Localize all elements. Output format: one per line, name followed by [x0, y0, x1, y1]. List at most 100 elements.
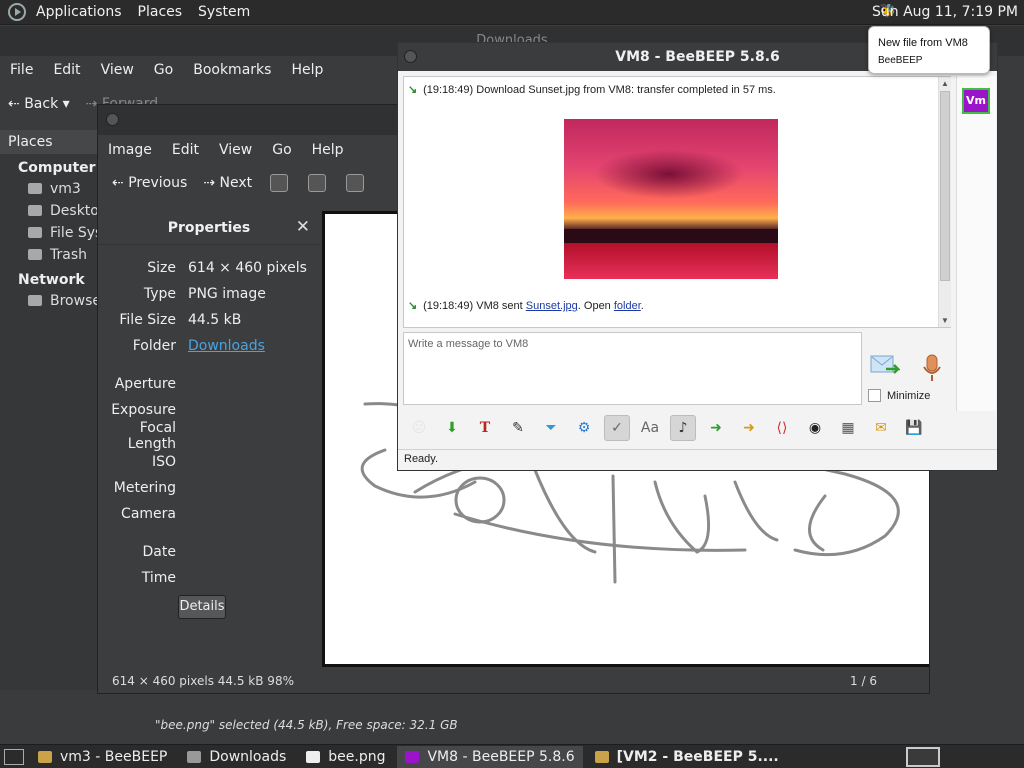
chat-scrollbar[interactable]: ▲ ▼	[938, 77, 951, 327]
prop-row-file-size: File Size 44.5 kB	[119, 312, 242, 328]
minimize-checkbox[interactable]	[868, 389, 881, 402]
window-close-dot-icon[interactable]	[404, 50, 417, 63]
menu-bookmarks[interactable]: Bookmarks	[183, 62, 281, 78]
menu-view[interactable]: View	[209, 142, 262, 158]
menu-edit[interactable]: Edit	[162, 142, 209, 158]
zoom-in-icon[interactable]	[270, 174, 289, 192]
previous-icon: ⇠	[112, 175, 129, 191]
rotate-icon[interactable]	[346, 174, 365, 192]
microphone-icon[interactable]	[920, 353, 944, 383]
menu-go[interactable]: Go	[144, 62, 183, 78]
task-downloads[interactable]: Downloads	[179, 746, 294, 768]
save-icon[interactable]: 💾	[901, 415, 927, 441]
sunset-image-preview[interactable]	[564, 119, 778, 279]
network-icon	[28, 295, 42, 306]
applications-logo-icon[interactable]	[8, 3, 26, 21]
menu-view[interactable]: View	[91, 62, 144, 78]
settings-icon[interactable]: ⚙	[571, 415, 597, 441]
menu-applications[interactable]: Applications	[28, 4, 130, 20]
code-icon[interactable]: ⟨⟩	[769, 415, 795, 441]
task-vm3-beebeep[interactable]: vm3 - BeeBEEP	[30, 746, 175, 768]
task-vm2-beebeep[interactable]: [VM2 - BeeBEEP 5....	[587, 746, 787, 768]
minimize-checkbox-row[interactable]: Minimize	[868, 389, 930, 402]
previous-button[interactable]: ⇠ Previous	[104, 175, 195, 191]
beebeep-task-icon	[594, 750, 609, 763]
chat-members-column: Vm	[956, 76, 996, 411]
places-header[interactable]: Places	[0, 130, 100, 154]
back-button[interactable]: ⇠ Back ▾	[0, 96, 78, 112]
image-info-status: 614 × 460 pixels 44.5 kB 98%	[112, 674, 294, 688]
scroll-down-icon[interactable]: ▼	[941, 316, 949, 325]
vm-task-icon	[405, 750, 420, 763]
new-file-notification[interactable]: New file from VM8 BeeBEEP	[868, 26, 990, 74]
image-index-status: 1 / 6	[850, 674, 877, 688]
menu-places[interactable]: Places	[130, 4, 191, 20]
close-icon[interactable]: ✕	[296, 217, 310, 237]
image-task-icon	[306, 750, 321, 763]
task-bee-png[interactable]: bee.png	[298, 746, 393, 768]
show-desktop-icon[interactable]	[4, 748, 24, 765]
beebeep-status: Ready.	[398, 449, 997, 469]
menu-help[interactable]: Help	[281, 62, 333, 78]
chat-history[interactable]: ↘ (19:18:49) Download Sunset.jpg from VM…	[403, 76, 951, 328]
sunset-file-link[interactable]: Sunset.jpg	[526, 300, 578, 312]
prop-row-metering: Metering	[113, 480, 176, 496]
prop-row-folder: Folder Downloads	[132, 338, 265, 354]
message-input[interactable]: Write a message to VM8	[403, 332, 862, 405]
word-complete-icon[interactable]: Aa	[637, 415, 663, 441]
chat-toolbar: 😐 ⬇ T ✎ ⏷ ⚙ ✓ Aa ♪ ➜ ➜ ⟨⟩ ◉ ▦ ✉ 💾	[406, 411, 934, 445]
menu-system[interactable]: System	[190, 4, 258, 20]
next-icon: ⇢	[203, 175, 220, 191]
notification-body: BeeBEEP	[878, 55, 923, 65]
save-chat-icon[interactable]: ⬇	[439, 415, 465, 441]
filter-icon[interactable]: ⏷	[538, 415, 564, 441]
window-close-dot-icon[interactable]	[106, 113, 119, 126]
land-silhouette	[564, 229, 778, 243]
task-vm8-beebeep[interactable]: VM8 - BeeBEEP 5.8.6	[397, 745, 583, 768]
home-folder-icon	[28, 183, 42, 194]
top-panel-menus: Applications Places System	[28, 0, 258, 24]
sidebar-item-trash[interactable]: Trash	[0, 244, 100, 266]
next-button[interactable]: ⇢ Next	[195, 175, 260, 191]
folder-link[interactable]: Downloads	[188, 338, 265, 354]
menu-help[interactable]: Help	[302, 142, 354, 158]
color-icon[interactable]: ✎	[505, 415, 531, 441]
sidebar-item-browse-network[interactable]: Browse Network	[0, 290, 100, 312]
zoom-out-icon[interactable]	[308, 174, 327, 192]
screenshot-icon[interactable]: ◉	[802, 415, 828, 441]
desktop-icon	[28, 205, 42, 216]
font-icon[interactable]: T	[472, 415, 498, 441]
emoticon-icon[interactable]: 😐	[406, 415, 432, 441]
sidebar-item-desktop[interactable]: Desktop	[0, 200, 100, 222]
spellcheck-icon[interactable]: ✓	[604, 415, 630, 441]
send-file-icon[interactable]: ➜	[703, 415, 729, 441]
send-message-icon[interactable]	[870, 353, 900, 379]
prop-row-aperture: Aperture	[114, 376, 176, 392]
details-button[interactable]: Details	[178, 595, 226, 619]
menu-file[interactable]: File	[0, 62, 43, 78]
places-sidebar: Places Computer vm3 Desktop File System …	[0, 130, 100, 690]
chat-line-download: ↘ (19:18:49) Download Sunset.jpg from VM…	[408, 84, 776, 96]
open-folder-link[interactable]: folder	[614, 300, 641, 312]
clock[interactable]: Sun Aug 11, 7:19 PM	[872, 4, 1018, 20]
menu-go[interactable]: Go	[262, 142, 301, 158]
prop-row-focal-length: Focal Length	[127, 420, 176, 452]
sidebar-item-file-system[interactable]: File System	[0, 222, 100, 244]
sound-icon[interactable]: ♪	[670, 415, 696, 441]
prop-row-time: Time	[141, 570, 176, 586]
properties-header: Properties ✕	[98, 211, 320, 245]
properties-title: Properties	[167, 219, 251, 236]
file-manager-status: "bee.png" selected (44.5 kB), Free space…	[155, 718, 458, 732]
workspace-switcher[interactable]	[906, 747, 940, 767]
scroll-thumb[interactable]	[940, 91, 950, 281]
menu-edit[interactable]: Edit	[43, 62, 90, 78]
send-folder-icon[interactable]: ➜	[736, 415, 762, 441]
user-avatar[interactable]: Vm	[962, 88, 990, 114]
clear-icon[interactable]: ▦	[835, 415, 861, 441]
properties-panel: Properties ✕ Size 614 × 460 pixels Type PN…	[98, 211, 320, 669]
edit-note-icon[interactable]: ✉	[868, 415, 894, 441]
sidebar-item-vm3[interactable]: vm3	[0, 178, 100, 200]
menu-image[interactable]: Image	[98, 142, 162, 158]
drive-icon	[28, 227, 42, 238]
scroll-up-icon[interactable]: ▲	[941, 79, 949, 88]
